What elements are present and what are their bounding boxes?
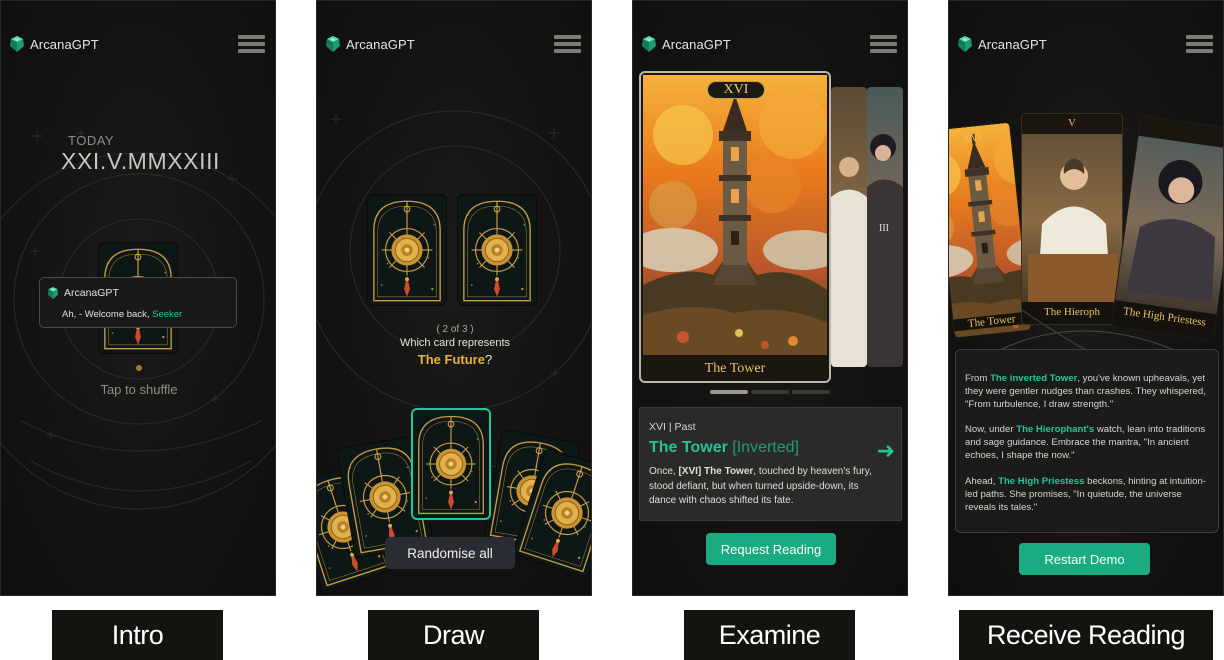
- roman-date: XXI.V.MMXXIII: [61, 148, 221, 174]
- welcome-toast: ArcanaGPT Ah, - Welcome back, Seeker: [39, 277, 237, 328]
- card-description-text: Once,: [649, 466, 679, 477]
- reading-card-ref: The inverted Tower: [990, 373, 1078, 384]
- randomise-all-button[interactable]: Randomise all: [385, 537, 515, 569]
- draw-question: Which card represents: [399, 337, 511, 349]
- toast-message-text: Ah, - Welcome back,: [62, 309, 153, 320]
- green-gem-icon: [9, 35, 25, 53]
- carousel-card-label: V: [845, 223, 853, 234]
- pager-dot[interactable]: [751, 390, 789, 394]
- draw-target-suffix: ?: [484, 352, 493, 367]
- toast-message: Ah, - Welcome back, Seeker: [62, 309, 182, 320]
- card-title: The Tower [Inverted]: [649, 439, 799, 457]
- draw-target-name: The Future: [417, 352, 485, 367]
- card-name: The Tower: [704, 361, 766, 376]
- reading-paragraph-present: Now, under The Hierophant's watch, lean …: [965, 424, 1211, 462]
- hamburger-menu-icon[interactable]: [554, 35, 581, 54]
- card-description-bold: [XVI] The Tower: [678, 466, 754, 477]
- progress-dot: [136, 365, 142, 371]
- app-name: ArcanaGPT: [662, 36, 731, 52]
- reading-paragraph-past: From The inverted Tower, you've known up…: [965, 373, 1211, 411]
- caption-examine: Examine: [684, 610, 855, 660]
- reading-text: Ahead,: [965, 476, 999, 487]
- app-logo[interactable]: ArcanaGPT: [641, 35, 731, 53]
- reading-card-ref: The High Priestess: [998, 476, 1085, 487]
- selected-fan-card[interactable]: [411, 408, 491, 520]
- screen-receive-reading: ArcanaGPT XVI The Tower V The Hieroph II: [948, 0, 1224, 596]
- reading-text-panel: From The inverted Tower, you've known up…: [955, 349, 1219, 533]
- green-gem-icon: [325, 35, 341, 53]
- drawn-card-present[interactable]: [457, 194, 537, 306]
- draw-counter: ( 2 of 3 ): [436, 324, 474, 335]
- request-reading-button[interactable]: Request Reading: [706, 533, 836, 565]
- card-numeral: XVI: [707, 81, 765, 99]
- card-orientation: [Inverted]: [732, 439, 799, 456]
- card-title-name: The Tower: [649, 439, 728, 456]
- drawn-card-past[interactable]: [367, 194, 447, 306]
- caption-intro: Intro: [52, 610, 223, 660]
- app-logo[interactable]: ArcanaGPT: [325, 35, 415, 53]
- screen-draw: ArcanaGPT ( 2 of 3 ) Which card represen…: [316, 0, 592, 596]
- draw-target: The Future?: [317, 352, 591, 367]
- toast-username: Seeker: [152, 309, 183, 320]
- today-label: TODAY: [68, 133, 115, 148]
- reading-text: Now, under: [965, 424, 1017, 435]
- toast-sender: ArcanaGPT: [64, 287, 119, 299]
- pager-dot-active[interactable]: [710, 390, 748, 394]
- app-name: ArcanaGPT: [30, 36, 99, 52]
- green-gem-icon: [641, 35, 657, 53]
- reading-text: From: [965, 373, 991, 384]
- selected-tarot-card[interactable]: XVI The Tower: [639, 71, 831, 383]
- app-logo[interactable]: ArcanaGPT: [9, 35, 99, 53]
- reading-paragraph-future: Ahead, The High Priestess beckons, hinti…: [965, 476, 1211, 514]
- card-description: Once, [XVI] The Tower, touched by heaven…: [649, 465, 874, 509]
- caption-receive-reading: Receive Reading: [959, 610, 1213, 660]
- caption-draw: Draw: [368, 610, 539, 660]
- pager-dot[interactable]: [792, 390, 830, 394]
- screen-examine: ArcanaGPT V III XVI The Tower XVI | Past…: [632, 0, 908, 596]
- carousel-card-label: III: [879, 223, 889, 234]
- card-meta: XVI | Past: [649, 421, 696, 433]
- carousel-card-hierophant[interactable]: V: [831, 87, 867, 367]
- tap-to-shuffle-hint: Tap to shuffle: [100, 382, 178, 397]
- hamburger-menu-icon[interactable]: [870, 35, 897, 54]
- green-gem-icon: [47, 286, 59, 300]
- app-name: ArcanaGPT: [346, 36, 415, 52]
- tower-card-art: [643, 75, 827, 355]
- hamburger-menu-icon[interactable]: [238, 35, 265, 54]
- screen-intro: ArcanaGPT TODAY XXI.V.MMXXIII ArcanaGPT …: [0, 0, 276, 596]
- card-info-panel: XVI | Past The Tower [Inverted] Once, [X…: [639, 407, 902, 521]
- reading-card-ref: The Hierophant's: [1016, 424, 1095, 435]
- carousel-card-high-priestess[interactable]: III: [867, 87, 903, 367]
- arrow-right-icon[interactable]: ➜: [877, 438, 895, 464]
